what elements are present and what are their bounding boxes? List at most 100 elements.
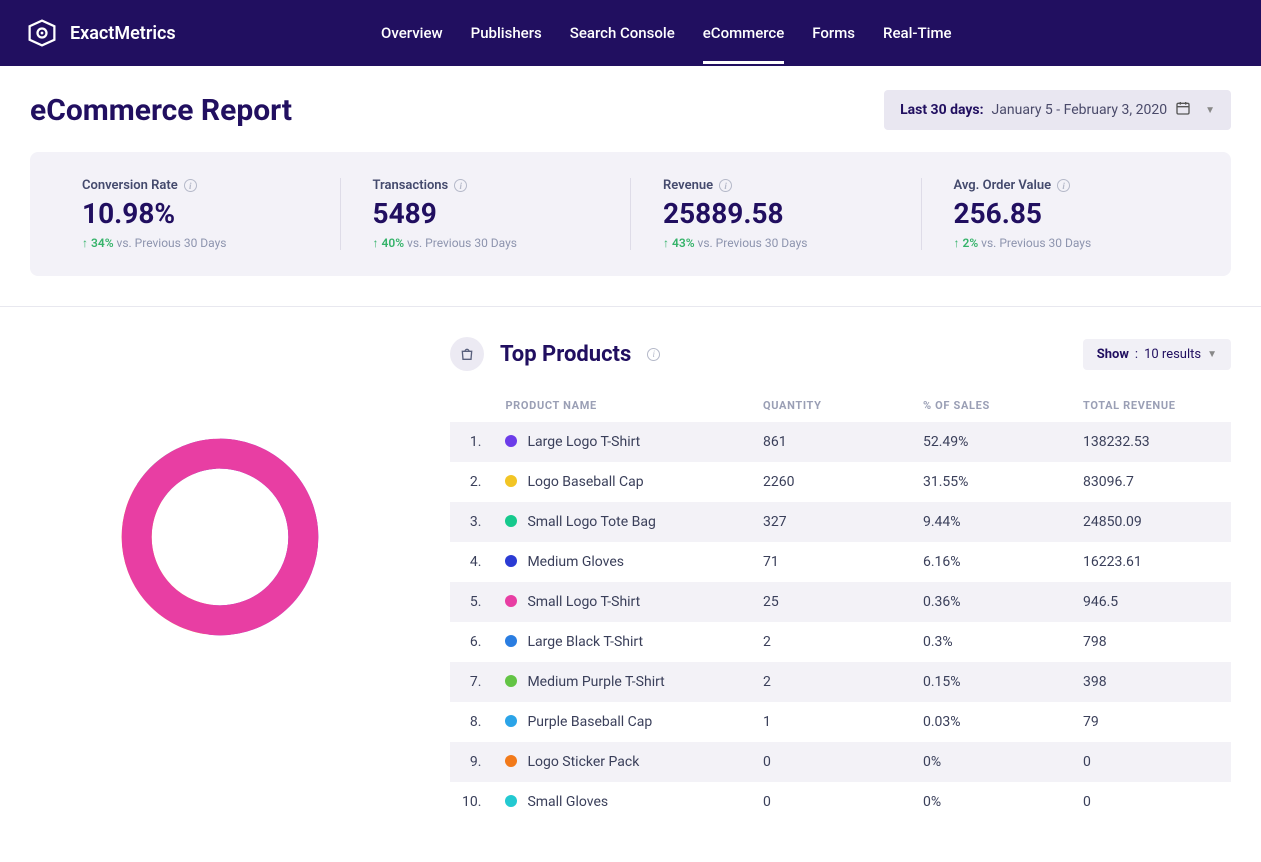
info-icon[interactable]: i (1057, 179, 1070, 192)
revenue-cell: 798 (1071, 622, 1231, 662)
quantity-cell: 2 (751, 622, 911, 662)
top-products-header: Top Products i Show: 10 results ▼ (450, 337, 1231, 371)
sales-cell: 31.55% (911, 462, 1071, 502)
stat-delta: ↑ 43% vs. Previous 30 Days (663, 236, 889, 250)
quantity-cell: 861 (751, 422, 911, 462)
sales-cell: 6.16% (911, 542, 1071, 582)
color-dot-icon (505, 595, 517, 607)
nav-tab-publishers[interactable]: Publishers (471, 2, 542, 64)
product-name-cell: Logo Sticker Pack (493, 742, 751, 782)
divider (0, 306, 1261, 307)
revenue-cell: 16223.61 (1071, 542, 1231, 582)
quantity-cell: 0 (751, 782, 911, 822)
donut-segment (137, 454, 304, 621)
table-row[interactable]: 7.Medium Purple T-Shirt20.15%398 (450, 662, 1231, 702)
revenue-cell: 946.5 (1071, 582, 1231, 622)
date-range-picker[interactable]: Last 30 days: January 5 - February 3, 20… (884, 90, 1231, 130)
chevron-down-icon: ▼ (1205, 105, 1215, 116)
color-dot-icon (505, 515, 517, 527)
quantity-cell: 327 (751, 502, 911, 542)
page-title: eCommerce Report (30, 93, 292, 128)
chevron-down-icon: ▼ (1207, 349, 1217, 360)
row-index: 1. (450, 422, 493, 462)
stat-value: 25889.58 (663, 197, 889, 230)
product-name-cell: Small Gloves (493, 782, 751, 822)
stat-label: Transactions i (373, 178, 599, 193)
table-row[interactable]: 1.Large Logo T-Shirt86152.49%138232.53 (450, 422, 1231, 462)
sales-cell: 9.44% (911, 502, 1071, 542)
stat-delta: ↑ 2% vs. Previous 30 Days (954, 236, 1180, 250)
row-index: 7. (450, 662, 493, 702)
sales-cell: 0% (911, 742, 1071, 782)
color-dot-icon (505, 555, 517, 567)
stat-conversion-rate: Conversion Rate i 10.98% ↑ 34% vs. Previou… (50, 178, 340, 250)
table-row[interactable]: 8.Purple Baseball Cap10.03%79 (450, 702, 1231, 742)
revenue-cell: 138232.53 (1071, 422, 1231, 462)
stat-label: Conversion Rate i (82, 178, 308, 193)
info-icon[interactable]: i (647, 348, 660, 361)
nav-tab-forms[interactable]: Forms (812, 2, 855, 64)
row-index: 8. (450, 702, 493, 742)
revenue-cell: 83096.7 (1071, 462, 1231, 502)
quantity-cell: 25 (751, 582, 911, 622)
table-row[interactable]: 5.Small Logo T-Shirt250.36%946.5 (450, 582, 1231, 622)
show-value: 10 results (1144, 347, 1201, 362)
info-icon[interactable]: i (184, 179, 197, 192)
revenue-cell: 398 (1071, 662, 1231, 702)
brand-icon (24, 15, 60, 51)
stat-delta: ↑ 34% vs. Previous 30 Days (82, 236, 308, 250)
color-dot-icon (505, 675, 517, 687)
color-dot-icon (505, 475, 517, 487)
top-products-title: Top Products (500, 342, 631, 367)
stat-delta: ↑ 40% vs. Previous 30 Days (373, 236, 599, 250)
sales-cell: 0.36% (911, 582, 1071, 622)
stat-label: Avg. Order Value i (954, 178, 1180, 193)
nav-tab-ecommerce[interactable]: eCommerce (703, 2, 785, 64)
stat-transactions: Transactions i 5489 ↑ 40% vs. Previous 30 … (340, 178, 631, 250)
sales-cell: 52.49% (911, 422, 1071, 462)
arrow-up-icon: ↑ 40% (373, 236, 405, 250)
product-name-cell: Small Logo Tote Bag (493, 502, 751, 542)
stat-value: 5489 (373, 197, 599, 230)
main-nav: Overview Publishers Search Console eCommerc… (381, 2, 952, 64)
color-dot-icon (505, 435, 517, 447)
nav-tab-search-console[interactable]: Search Console (570, 2, 675, 64)
row-index: 4. (450, 542, 493, 582)
table-row[interactable]: 3.Small Logo Tote Bag3279.44%24850.09 (450, 502, 1231, 542)
row-index: 5. (450, 582, 493, 622)
page-header: eCommerce Report Last 30 days: January 5… (30, 90, 1231, 130)
stat-value: 256.85 (954, 197, 1180, 230)
table-row[interactable]: 10.Small Gloves00%0 (450, 782, 1231, 822)
row-index: 6. (450, 622, 493, 662)
revenue-cell: 0 (1071, 742, 1231, 782)
sales-cell: 0.3% (911, 622, 1071, 662)
shopping-bag-icon (450, 337, 484, 371)
show-label: Show (1097, 347, 1129, 362)
quantity-cell: 1 (751, 702, 911, 742)
arrow-up-icon: ↑ 43% (663, 236, 695, 250)
row-index: 3. (450, 502, 493, 542)
product-name-cell: Logo Baseball Cap (493, 462, 751, 502)
table-row[interactable]: 4.Medium Gloves716.16%16223.61 (450, 542, 1231, 582)
quantity-cell: 2260 (751, 462, 911, 502)
stat-revenue: Revenue i25889.58↑ 43% vs. Previous 30 D… (630, 178, 921, 250)
stats-panel: Conversion Rate i 10.98% ↑ 34% vs. Previou… (30, 152, 1231, 276)
revenue-cell: 0 (1071, 782, 1231, 822)
revenue-cell: 24850.09 (1071, 502, 1231, 542)
color-dot-icon (505, 635, 517, 647)
nav-tab-real-time[interactable]: Real-Time (883, 2, 952, 64)
info-icon[interactable]: i (454, 179, 467, 192)
table-row[interactable]: 9.Logo Sticker Pack00%0 (450, 742, 1231, 782)
nav-tab-overview[interactable]: Overview (381, 2, 443, 64)
sales-cell: 0.15% (911, 662, 1071, 702)
stat-value: 10.98% (82, 197, 308, 230)
arrow-up-icon: ↑ 34% (82, 236, 114, 250)
table-row[interactable]: 6.Large Black T-Shirt20.3%798 (450, 622, 1231, 662)
table-row[interactable]: 2.Logo Baseball Cap226031.55%83096.7 (450, 462, 1231, 502)
info-icon[interactable]: i (719, 179, 732, 192)
color-dot-icon (505, 715, 517, 727)
results-count-dropdown[interactable]: Show: 10 results ▼ (1083, 339, 1231, 370)
top-products-table: PRODUCT NAMEQUANTITY% OF SALESTOTAL REVE… (450, 389, 1231, 822)
product-name-cell: Small Logo T-Shirt (493, 582, 751, 622)
top-products-donut (30, 337, 410, 822)
